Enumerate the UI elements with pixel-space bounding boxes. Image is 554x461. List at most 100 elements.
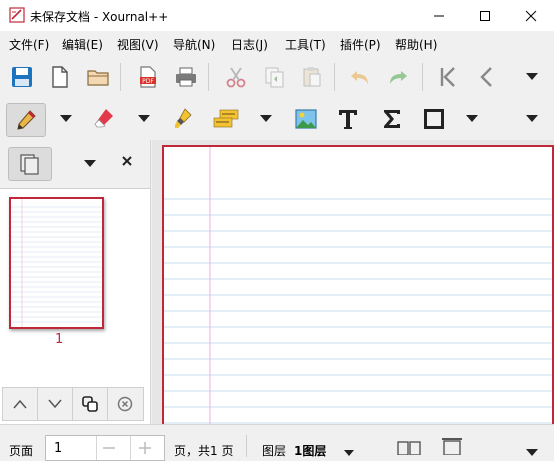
delete-page-button[interactable] <box>108 388 142 420</box>
menu-view[interactable]: 视图(V) <box>117 36 159 53</box>
latex-tool-button[interactable] <box>378 105 406 133</box>
close-button[interactable] <box>508 0 554 31</box>
toolbar2-overflow-button[interactable] <box>518 105 546 133</box>
save-icon <box>12 67 32 87</box>
close-icon <box>525 10 537 21</box>
text-stamp-icon <box>213 109 239 128</box>
export-pdf-button[interactable]: PDF <box>134 63 162 91</box>
menu-journal[interactable]: 日志(J) <box>231 36 268 53</box>
caret-down-icon <box>466 115 478 122</box>
caret-down-icon <box>84 160 96 167</box>
move-page-up-button[interactable] <box>3 388 38 420</box>
layer-select[interactable]: 1图层 <box>294 442 326 459</box>
eraser-options-dropdown[interactable] <box>130 105 158 133</box>
caret-down-icon <box>260 115 272 122</box>
new-document-button[interactable] <box>46 63 74 91</box>
chevron-left-icon <box>480 67 492 87</box>
menu-help[interactable]: 帮助(H) <box>395 36 437 53</box>
copy-button[interactable] <box>260 63 288 91</box>
page-spinner[interactable]: 1 <box>45 435 165 461</box>
page-decrement-button[interactable] <box>102 441 116 458</box>
redo-button[interactable] <box>384 63 412 91</box>
sidebar-view-dropdown[interactable] <box>84 157 96 171</box>
maximize-icon <box>480 10 490 21</box>
copy-icon <box>265 67 284 88</box>
menu-navigation[interactable]: 导航(N) <box>173 36 215 53</box>
close-icon <box>122 156 132 166</box>
duplicate-page-button[interactable] <box>73 388 108 420</box>
save-button[interactable] <box>8 63 36 91</box>
page-label: 页面 <box>9 444 34 458</box>
sidebar-close-button[interactable] <box>121 155 133 170</box>
paste-button[interactable] <box>298 63 326 91</box>
menu-bar: 文件(F) 编辑(E) 视图(V) 导航(N) 日志(J) 工具(T) 插件(P… <box>0 31 554 56</box>
document-canvas[interactable] <box>152 140 554 439</box>
caret-down-icon <box>138 115 150 122</box>
pen-tool-button[interactable] <box>6 103 46 137</box>
toolbar-separator <box>208 63 209 91</box>
pencil-icon <box>17 110 36 130</box>
highlighter-icon <box>175 108 192 128</box>
document-page[interactable] <box>162 145 554 439</box>
two-pages-icon <box>397 441 421 456</box>
menu-file[interactable]: 文件(F) <box>9 36 49 53</box>
clipboard-icon <box>303 67 321 87</box>
highlighter-tool-button[interactable] <box>170 105 198 133</box>
undo-icon <box>351 71 368 84</box>
move-page-down-button[interactable] <box>38 388 73 420</box>
shape-tool-button[interactable] <box>420 105 448 133</box>
stamp-options-dropdown[interactable] <box>252 105 280 133</box>
sigma-icon <box>384 110 400 128</box>
page-preview-tab[interactable] <box>8 147 52 181</box>
sidebar-header <box>0 140 150 189</box>
print-button[interactable] <box>172 63 200 91</box>
minimize-button[interactable] <box>416 0 462 31</box>
plus-icon <box>139 442 151 454</box>
duplicate-icon <box>82 396 98 412</box>
presentation-view-button[interactable] <box>441 437 463 458</box>
delete-circle-icon <box>117 396 133 412</box>
folder-icon <box>87 70 109 86</box>
toolbar-separator <box>334 63 335 91</box>
maximize-button[interactable] <box>462 0 508 31</box>
pen-options-dropdown[interactable] <box>52 105 80 133</box>
caret-down-icon <box>526 73 538 80</box>
window-title: 未保存文档 - Xournal++ <box>30 10 169 24</box>
rectangle-icon <box>424 109 444 129</box>
toolbar-overflow-button[interactable] <box>518 63 546 91</box>
pdf-icon: PDF <box>140 66 156 88</box>
layer-dropdown-button[interactable] <box>344 446 354 460</box>
previous-page-button[interactable] <box>472 63 500 91</box>
image-tool-button[interactable] <box>292 105 320 133</box>
tools-toolbar <box>0 98 554 140</box>
caret-down-icon <box>526 115 538 122</box>
open-button[interactable] <box>84 63 112 91</box>
page-total-label: 页，共1 页 <box>174 444 234 458</box>
two-page-view-button[interactable] <box>397 441 421 458</box>
menu-plugins[interactable]: 插件(P) <box>340 36 381 53</box>
text-tool-button[interactable] <box>334 105 362 133</box>
spinner-divider <box>96 436 97 460</box>
status-overflow-button[interactable] <box>526 446 538 460</box>
toolbar-separator <box>120 63 121 91</box>
toolbar-separator <box>422 63 423 91</box>
sidebar-page-preview: 1 <box>0 140 151 424</box>
menu-edit[interactable]: 编辑(E) <box>62 36 103 53</box>
layer-label: 图层 <box>262 444 287 458</box>
eraser-tool-button[interactable] <box>90 105 118 133</box>
page-thumbnail[interactable] <box>9 197 104 329</box>
eraser-icon <box>94 109 113 128</box>
scissors-icon <box>226 67 246 88</box>
shape-options-dropdown[interactable] <box>458 105 486 133</box>
first-page-button[interactable] <box>434 63 462 91</box>
printer-icon <box>176 67 196 87</box>
page-increment-button[interactable] <box>138 441 152 458</box>
cut-button[interactable] <box>222 63 250 91</box>
menu-tools[interactable]: 工具(T) <box>285 36 326 53</box>
chevron-down-icon <box>48 399 62 409</box>
pages-icon <box>20 154 39 175</box>
status-bar: 页面 1 页，共1 页 图层 1图层 <box>0 424 554 461</box>
undo-button[interactable] <box>346 63 374 91</box>
text-color-stamp-button[interactable] <box>212 105 240 133</box>
main-toolbar: PDF <box>0 56 554 98</box>
